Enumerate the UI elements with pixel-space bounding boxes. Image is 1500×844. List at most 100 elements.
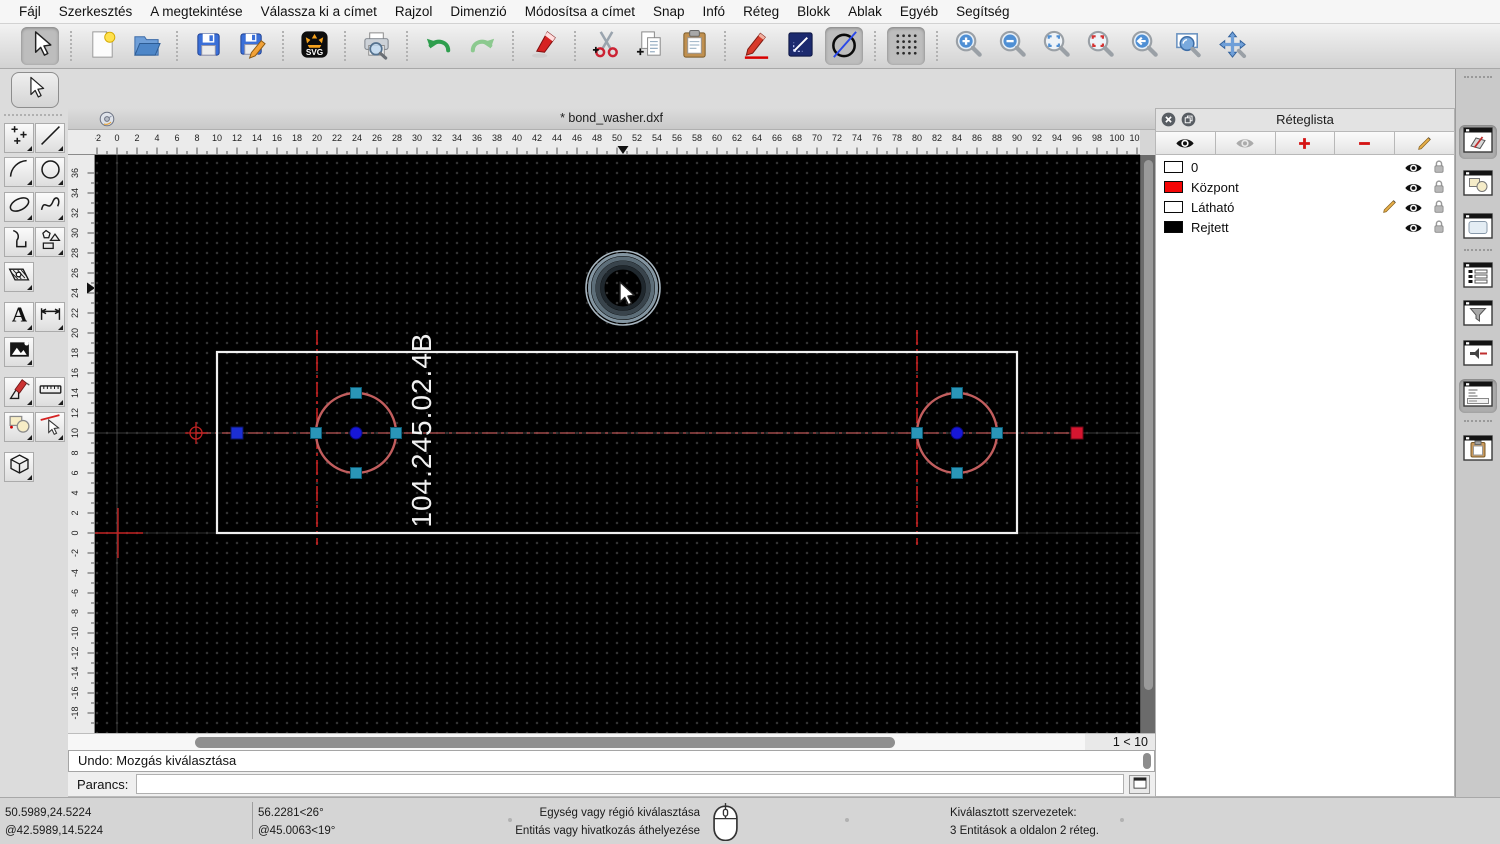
text-tool[interactable]: A [4, 302, 34, 332]
open-file-button[interactable] [127, 27, 165, 65]
dock-selection-filter[interactable] [1459, 298, 1497, 332]
line-attributes-button[interactable] [781, 27, 819, 65]
save-as-button[interactable] [233, 27, 271, 65]
menu-snap[interactable]: Snap [644, 0, 694, 23]
svg-text:16: 16 [272, 133, 282, 143]
copy-button[interactable] [631, 27, 669, 65]
close-icon[interactable] [1161, 112, 1176, 127]
spline-tool[interactable] [35, 192, 65, 222]
cut-button[interactable] [587, 27, 625, 65]
new-file-button[interactable] [83, 27, 121, 65]
redo-button[interactable] [463, 27, 501, 65]
command-history-scroll-thumb[interactable] [1143, 753, 1151, 769]
menu-r-teg[interactable]: Réteg [734, 0, 788, 23]
polar-coordinate-display: 56.2281<26° @45.0063<19° [258, 804, 335, 840]
canvas-horizontal-scrollbar[interactable] [68, 733, 1085, 750]
measure-tool[interactable] [35, 377, 65, 407]
layer-row-0[interactable]: 0 [1156, 157, 1454, 177]
grid-toggle-button[interactable] [887, 26, 925, 65]
select-tool[interactable] [21, 26, 59, 65]
export-svg-button[interactable]: SVG [295, 27, 333, 65]
horizontal-scroll-thumb[interactable] [195, 737, 895, 748]
document-title: * bond_washer.dxf [560, 111, 663, 125]
line-tool[interactable] [35, 123, 65, 153]
document-titlebar[interactable]: * bond_washer.dxf [68, 108, 1155, 130]
edit-layer-button[interactable] [1394, 131, 1455, 155]
layer-lock-icon[interactable] [1433, 219, 1445, 234]
svg-text:50: 50 [612, 133, 622, 143]
undo-button[interactable] [419, 27, 457, 65]
circle-tool[interactable] [35, 157, 65, 187]
arc-tool[interactable] [4, 157, 34, 187]
zoom-window-button[interactable] [1169, 27, 1207, 65]
zoom-pan-button[interactable] [1213, 27, 1251, 65]
pen-attributes-button[interactable] [737, 27, 775, 65]
ellipse-tool[interactable] [4, 192, 34, 222]
remove-layer-button[interactable] [1334, 131, 1395, 155]
menu-blokk[interactable]: Blokk [788, 0, 839, 23]
select-tool-big-button[interactable] [11, 72, 59, 108]
dimension-tool[interactable] [35, 302, 65, 332]
dock-entity-list[interactable] [1459, 260, 1497, 294]
zoom-selected-button[interactable] [1081, 27, 1119, 65]
circle-tool-button[interactable] [825, 26, 863, 65]
delete-button[interactable] [525, 27, 563, 65]
dock-plugins[interactable] [1459, 338, 1497, 372]
hatch-tool[interactable] [4, 262, 34, 292]
modify-tool[interactable] [35, 412, 65, 442]
drawing-canvas[interactable]: 104.245.02.4B [95, 155, 1140, 733]
dock-clipboard[interactable] [1459, 433, 1497, 467]
points-tool[interactable] [4, 123, 34, 153]
dock-block-list[interactable] [1459, 168, 1497, 202]
layer-visibility-icon[interactable] [1404, 201, 1423, 213]
menu-dimenzi-[interactable]: Dimenzió [441, 0, 515, 23]
canvas-vertical-scrollbar[interactable] [1140, 155, 1155, 733]
menu-a-megtekint-se[interactable]: A megtekintése [141, 0, 251, 23]
layer-lock-icon[interactable] [1433, 159, 1445, 174]
menu-inf-[interactable]: Infó [694, 0, 735, 23]
save-button[interactable] [189, 27, 227, 65]
zoom-out-button[interactable] [993, 27, 1031, 65]
menu-ablak[interactable]: Ablak [839, 0, 891, 23]
dock-command-line[interactable] [1459, 379, 1497, 413]
vertical-scroll-thumb[interactable] [1144, 160, 1153, 690]
polygon-tool[interactable] [35, 227, 65, 257]
paste-button[interactable] [675, 27, 713, 65]
layer-lock-icon[interactable] [1433, 199, 1445, 214]
print-preview-button[interactable] [357, 27, 395, 65]
svg-text:4: 4 [154, 133, 159, 143]
zoom-auto-button[interactable] [1037, 27, 1075, 65]
hide-all-layers-button[interactable] [1214, 131, 1275, 155]
layer-list-panel: Réteglista 0 Központ Látható Rejtett [1155, 108, 1455, 797]
layer-visibility-icon[interactable] [1404, 161, 1423, 173]
save-icon [193, 29, 224, 63]
menu-egy-b[interactable]: Egyéb [891, 0, 947, 23]
image-tool[interactable] [4, 337, 34, 367]
menu-v-lassza-ki-a-c-met[interactable]: Válassza ki a címet [252, 0, 386, 23]
misc-tools[interactable] [4, 377, 34, 407]
svg-text:82: 82 [932, 133, 942, 143]
layer-row-l-that-[interactable]: Látható [1156, 197, 1454, 217]
zoom-previous-button[interactable] [1125, 27, 1163, 65]
solid-tool[interactable] [4, 452, 34, 482]
layer-visibility-icon[interactable] [1404, 221, 1423, 233]
dock-layer-list[interactable] [1459, 125, 1497, 159]
undock-icon[interactable] [1181, 112, 1196, 127]
polyline-tool[interactable] [4, 227, 34, 257]
layer-row-k-zpont[interactable]: Központ [1156, 177, 1454, 197]
command-detach-button[interactable] [1129, 774, 1150, 794]
menu-f-jl[interactable]: Fájl [10, 0, 50, 23]
show-all-layers-button[interactable] [1155, 131, 1215, 155]
menu-seg-ts-g[interactable]: Segítség [947, 0, 1018, 23]
menu-szerkeszt-s[interactable]: Szerkesztés [50, 0, 142, 23]
command-input[interactable] [136, 774, 1124, 794]
layer-visibility-icon[interactable] [1404, 181, 1423, 193]
layer-lock-icon[interactable] [1433, 179, 1445, 194]
dock-library-browser[interactable] [1459, 211, 1497, 245]
menu-m-dos-tsa-a-c-met[interactable]: Módosítsa a címet [516, 0, 644, 23]
zoom-in-button[interactable] [949, 27, 987, 65]
block-tool[interactable] [4, 412, 34, 442]
layer-row-rejtett[interactable]: Rejtett [1156, 217, 1454, 237]
add-layer-button[interactable] [1274, 131, 1335, 155]
menu-rajzol[interactable]: Rajzol [386, 0, 442, 23]
